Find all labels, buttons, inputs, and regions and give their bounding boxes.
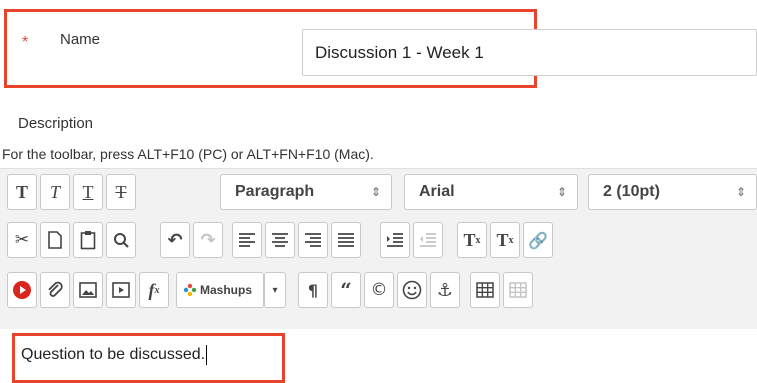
- font-select[interactable]: Arial ⇕: [404, 174, 578, 210]
- media-icon[interactable]: [106, 272, 136, 308]
- editor-body[interactable]: Question to be discussed.: [21, 345, 208, 365]
- copyright-icon[interactable]: ©: [364, 272, 394, 308]
- anchor-icon[interactable]: ⚓: [430, 272, 460, 308]
- format-select-value: Paragraph: [235, 183, 315, 200]
- font-select-value: Arial: [419, 183, 455, 200]
- size-select[interactable]: 2 (10pt) ⇕: [588, 174, 757, 210]
- editor-content: Question to be discussed.: [21, 346, 206, 364]
- strikethrough-icon[interactable]: T: [106, 174, 136, 210]
- mashups-label: Mashups: [200, 283, 253, 297]
- align-center-icon[interactable]: [265, 222, 295, 258]
- superscript-icon[interactable]: Tx: [457, 222, 487, 258]
- paragraph-mark-icon[interactable]: ¶: [298, 272, 328, 308]
- image-icon[interactable]: [73, 272, 103, 308]
- updown-arrow-icon: ⇕: [370, 185, 381, 199]
- bold-icon[interactable]: T: [7, 174, 37, 210]
- subscript-icon[interactable]: Tx: [490, 222, 520, 258]
- updown-arrow-icon: ⇕: [735, 185, 746, 199]
- copy-icon[interactable]: [40, 222, 70, 258]
- underline-icon[interactable]: T: [73, 174, 103, 210]
- table-icon[interactable]: [470, 272, 500, 308]
- mashups-icon: [183, 283, 197, 297]
- blockquote-icon[interactable]: “: [331, 272, 361, 308]
- description-label: Description: [18, 115, 94, 132]
- table-grid-icon[interactable]: [503, 272, 533, 308]
- justify-icon[interactable]: [331, 222, 361, 258]
- format-select[interactable]: Paragraph ⇕: [220, 174, 392, 210]
- text-caret: [206, 345, 208, 365]
- name-input[interactable]: Discussion 1 - Week 1: [302, 29, 757, 76]
- link-icon[interactable]: 🔗: [523, 222, 553, 258]
- find-icon[interactable]: [106, 222, 136, 258]
- outdent-icon[interactable]: [413, 222, 443, 258]
- math-formula-icon[interactable]: fx: [139, 272, 169, 308]
- align-left-icon[interactable]: [232, 222, 262, 258]
- name-label: Name: [60, 31, 101, 48]
- attachment-icon[interactable]: [40, 272, 70, 308]
- align-right-icon[interactable]: [298, 222, 328, 258]
- toolbar-hint: For the toolbar, press ALT+F10 (PC) or A…: [2, 146, 374, 162]
- redo-icon[interactable]: ↷: [193, 222, 223, 258]
- youtube-icon[interactable]: [7, 272, 37, 308]
- mashups-button[interactable]: Mashups: [176, 272, 264, 308]
- emoticon-icon[interactable]: [397, 272, 427, 308]
- mashups-dropdown-button[interactable]: ▾: [264, 272, 286, 308]
- indent-icon[interactable]: [380, 222, 410, 258]
- undo-icon[interactable]: ↶: [160, 222, 190, 258]
- italic-icon[interactable]: T: [40, 174, 70, 210]
- cut-icon[interactable]: ✂: [7, 222, 37, 258]
- updown-arrow-icon: ⇕: [556, 185, 567, 199]
- paste-icon[interactable]: [73, 222, 103, 258]
- size-select-value: 2 (10pt): [603, 183, 660, 200]
- required-marker: *: [22, 34, 29, 51]
